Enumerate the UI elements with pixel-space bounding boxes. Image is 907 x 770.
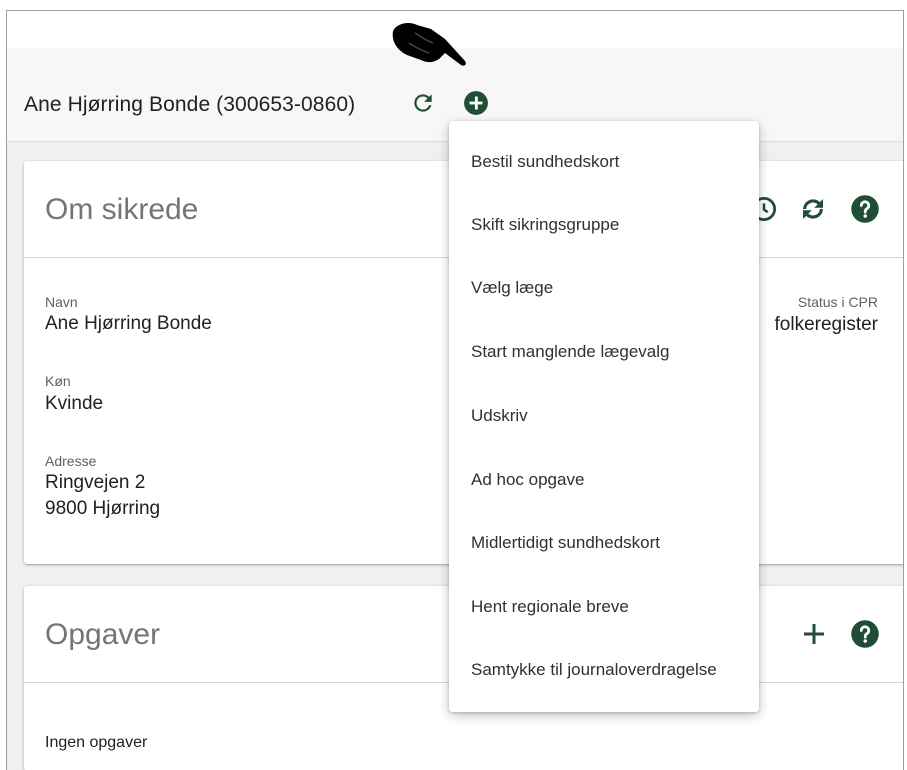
address-line1: Ringvejen 2	[45, 472, 146, 493]
tasks-card-title: Opgaver	[45, 618, 161, 651]
pointing-hand-cursor-icon	[392, 23, 466, 66]
patient-title: Ane Hjørring Bonde (300653-0860)	[24, 93, 356, 116]
cpr-status-value: folkeregister	[774, 314, 879, 335]
name-label: Navn	[45, 294, 78, 310]
plus-icon[interactable]	[799, 619, 829, 649]
name-value: Ane Hjørring Bonde	[45, 313, 212, 334]
cpr-status-label: Status i CPR	[797, 294, 878, 310]
menu-item-change-insurance-group[interactable]: Skift sikringsgruppe	[449, 193, 759, 256]
sync-icon[interactable]	[798, 194, 828, 224]
gender-value: Kvinde	[45, 393, 104, 414]
about-card-title: Om sikrede	[45, 193, 199, 226]
help-icon[interactable]	[850, 619, 880, 649]
actions-dropdown-menu: Bestil sundhedskort Skift sikringsgruppe…	[449, 121, 759, 712]
menu-item-ad-hoc-task[interactable]: Ad hoc opgave	[449, 448, 759, 511]
menu-item-temporary-health-card[interactable]: Midlertidigt sundhedskort	[449, 511, 759, 574]
help-icon[interactable]	[850, 194, 880, 224]
menu-item-choose-doctor[interactable]: Vælg læge	[449, 256, 759, 319]
menu-item-consent-record-transfer[interactable]: Samtykke til journaloverdragelse	[449, 638, 759, 701]
refresh-icon[interactable]	[410, 90, 436, 116]
menu-item-fetch-regional-letters[interactable]: Hent regionale breve	[449, 575, 759, 638]
menu-item-start-missing-doctor-choice[interactable]: Start manglende lægevalg	[449, 320, 759, 383]
plus-circle-icon[interactable]	[463, 90, 489, 116]
tasks-empty-text: Ingen opgaver	[45, 734, 148, 751]
address-line2: 9800 Hjørring	[45, 498, 161, 519]
address-label: Adresse	[45, 453, 97, 469]
menu-item-order-health-card[interactable]: Bestil sundhedskort	[449, 130, 759, 193]
gender-label: Køn	[45, 373, 71, 389]
menu-item-print[interactable]: Udskriv	[449, 384, 759, 447]
